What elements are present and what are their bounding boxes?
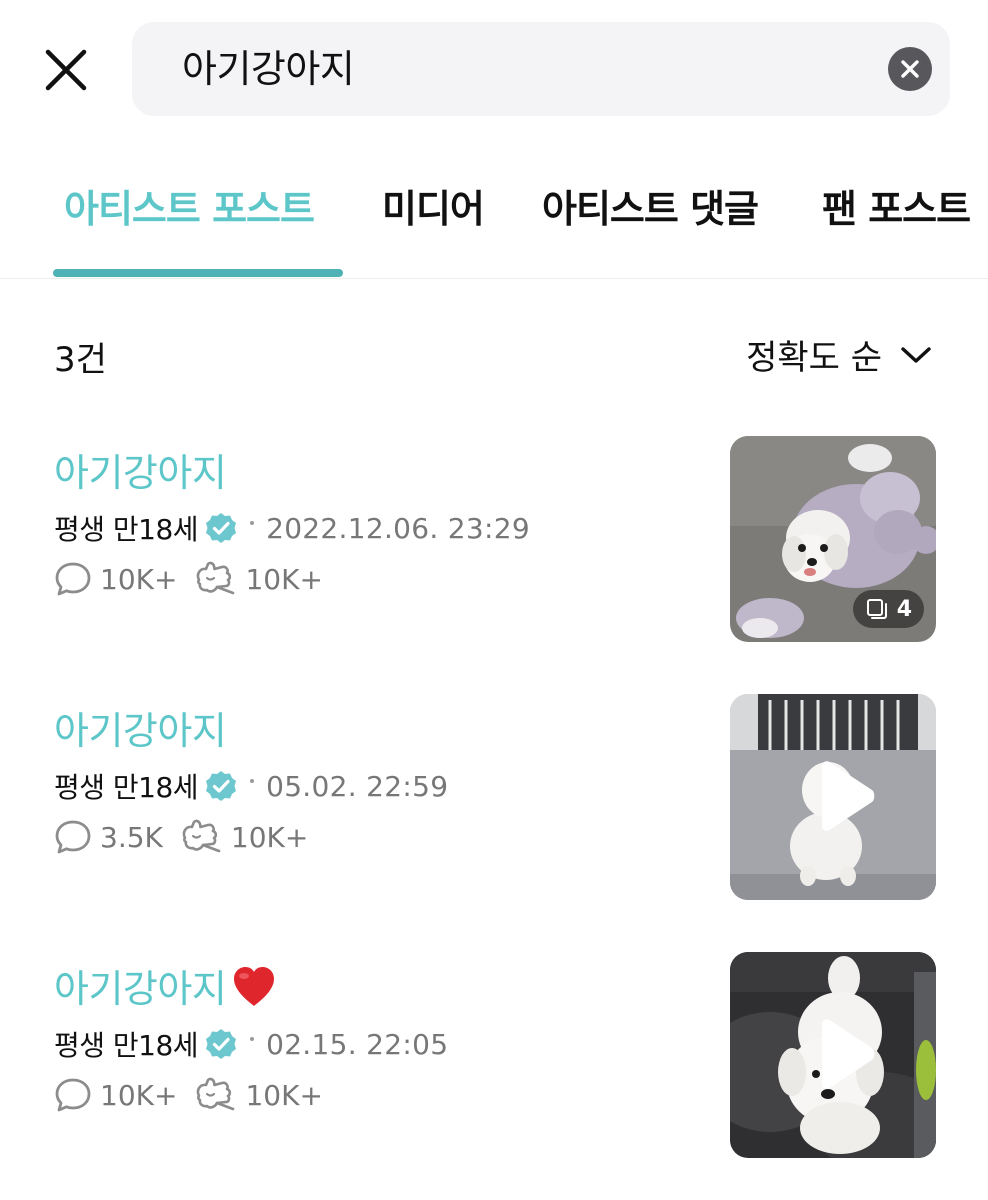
close-icon xyxy=(45,49,87,91)
meta-separator xyxy=(250,1037,255,1041)
tab-fan-posts[interactable]: 팬 포스트 xyxy=(822,178,971,233)
post-thumbnail[interactable]: 4 xyxy=(730,436,936,642)
post-stats: 10K+ 10K+ xyxy=(54,560,339,598)
close-button[interactable] xyxy=(40,44,92,96)
sort-label: 정확도 순 xyxy=(746,338,882,378)
post-title: 아기강아지 xyxy=(54,442,227,497)
play-icon[interactable] xyxy=(814,1018,878,1090)
post-meta: 평생 만18세 02.15. 22:05 xyxy=(54,1024,448,1064)
post-thumbnail[interactable] xyxy=(730,694,936,900)
media-count-badge: 4 xyxy=(852,590,924,628)
verified-badge-icon xyxy=(206,771,237,801)
post-date: 02.15. 22:05 xyxy=(266,1027,449,1061)
post-meta: 평생 만18세 05.02. 22:59 xyxy=(54,766,448,806)
tab-artist-comments[interactable]: 아티스트 댓글 xyxy=(542,178,759,233)
comment-count: 3.5K xyxy=(54,819,163,855)
like-icon xyxy=(197,561,235,595)
comment-icon xyxy=(55,820,91,854)
post-title-text: 아기강아지 xyxy=(54,967,227,1011)
post-title-text: 아기강아지 xyxy=(54,451,227,495)
post-item[interactable]: 아기강아지 평생 만18세 02.15. 22:05 10K+ 10K+ xyxy=(0,952,988,1162)
author-name: 평생 만18세 xyxy=(54,513,199,546)
post-title: 아기강아지 xyxy=(54,700,227,755)
like-icon xyxy=(182,819,221,853)
post-stats: 10K+ 10K+ xyxy=(54,1076,339,1114)
author-name: 평생 만18세 xyxy=(54,771,199,804)
clear-search-button[interactable] xyxy=(888,47,932,91)
clear-icon xyxy=(901,60,919,78)
tab-artist-posts[interactable]: 아티스트 포스트 xyxy=(64,178,315,233)
post-date: 05.02. 22:59 xyxy=(266,769,449,803)
like-icon xyxy=(197,1077,235,1111)
heart-emoji-icon xyxy=(234,966,275,1006)
post-title: 아기강아지 xyxy=(54,958,278,1013)
verified-badge-icon xyxy=(206,1029,237,1059)
meta-separator xyxy=(250,779,255,783)
comment-count-value: 10K+ xyxy=(100,562,178,596)
comment-count: 10K+ xyxy=(54,1077,177,1113)
post-stats: 3.5K 10K+ xyxy=(54,818,324,856)
like-count: 10K+ xyxy=(193,1076,323,1114)
meta-separator xyxy=(250,521,255,525)
post-meta: 평생 만18세 2022.12.06. 23:29 xyxy=(54,508,530,548)
comment-count-value: 3.5K xyxy=(100,820,163,854)
post-thumbnail[interactable] xyxy=(730,952,936,1158)
media-count-value: 4 xyxy=(896,596,912,622)
active-tab-indicator xyxy=(53,269,343,277)
post-title-text: 아기강아지 xyxy=(54,709,227,753)
sort-dropdown[interactable]: 정확도 순 xyxy=(746,330,932,379)
search-field[interactable]: 아기강아지 xyxy=(132,22,950,116)
comment-icon xyxy=(55,562,91,596)
post-item[interactable]: 아기강아지 평생 만18세 2022.12.06. 23:29 10K+ 10K… xyxy=(0,436,988,646)
tab-bar: 아티스트 포스트 미디어 아티스트 댓글 팬 포스트 xyxy=(0,160,988,279)
post-date: 2022.12.06. 23:29 xyxy=(266,511,530,545)
post-item[interactable]: 아기강아지 평생 만18세 05.02. 22:59 3.5K 10K+ xyxy=(0,694,988,904)
multi-image-icon xyxy=(866,599,887,619)
like-count-value: 10K+ xyxy=(230,820,309,854)
like-count: 10K+ xyxy=(179,818,308,856)
tab-media[interactable]: 미디어 xyxy=(382,178,485,233)
like-count-value: 10K+ xyxy=(245,562,323,596)
verified-badge-icon xyxy=(206,513,237,543)
chevron-down-icon xyxy=(901,346,931,363)
like-count-value: 10K+ xyxy=(245,1078,323,1112)
play-icon[interactable] xyxy=(814,760,878,832)
comment-count: 10K+ xyxy=(54,561,177,597)
comment-icon xyxy=(55,1078,91,1112)
author-name: 평생 만18세 xyxy=(54,1029,199,1062)
comment-count-value: 10K+ xyxy=(100,1078,178,1112)
result-count: 3건 xyxy=(54,340,107,380)
search-query[interactable]: 아기강아지 xyxy=(182,22,355,116)
like-count: 10K+ xyxy=(193,560,323,598)
